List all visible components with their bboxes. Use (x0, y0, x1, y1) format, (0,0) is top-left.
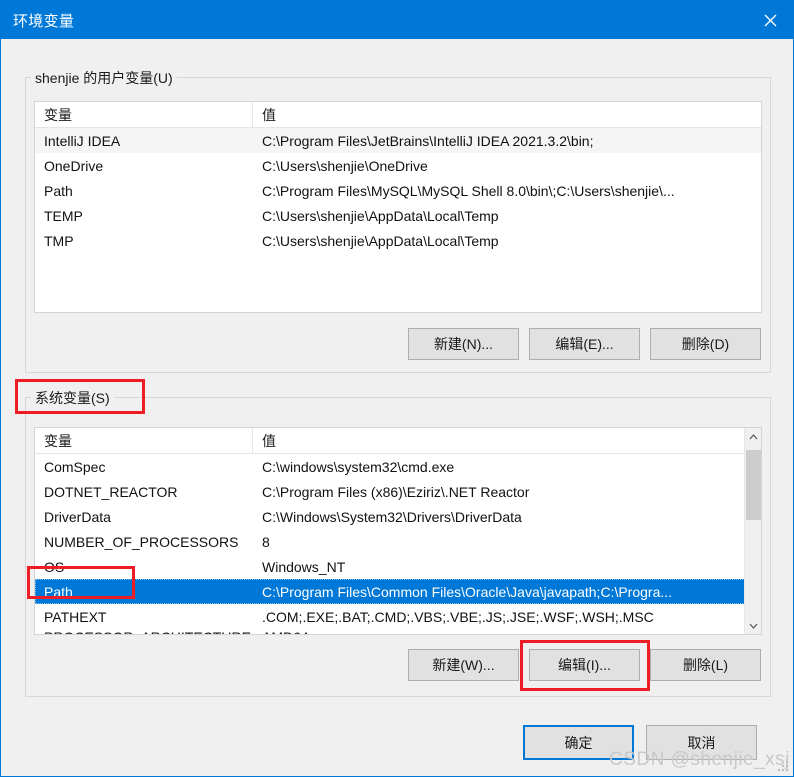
variable-name: IntelliJ IDEA (44, 132, 121, 149)
user-list-header: 变量 值 (35, 102, 761, 128)
variable-name: ComSpec (44, 458, 106, 475)
table-row[interactable]: IntelliJ IDEA C:\Program Files\JetBrains… (35, 128, 761, 153)
table-row[interactable]: TMP C:\Users\shenjie\AppData\Local\Temp (35, 228, 761, 253)
variable-value: C:\Windows\System32\Drivers\DriverData (262, 508, 522, 525)
resize-grip-icon[interactable] (778, 761, 790, 773)
variable-value: C:\Users\shenjie\AppData\Local\Temp (262, 207, 499, 224)
variable-name: TMP (44, 232, 74, 249)
table-row[interactable]: DOTNET_REACTOR C:\Program Files (x86)\Ez… (35, 479, 761, 504)
variable-name: Path (44, 182, 73, 199)
table-row[interactable]: Path C:\Program Files\MySQL\MySQL Shell … (35, 178, 761, 203)
table-row-selected[interactable]: Path C:\Program Files\Common Files\Oracl… (35, 579, 761, 604)
variable-name: PATHEXT (44, 608, 107, 625)
variable-name: PROCESSOR_ARCHITECTURE (35, 629, 253, 634)
system-column-header-name[interactable]: 变量 (35, 428, 253, 453)
variable-name: DriverData (44, 508, 111, 525)
variable-value: C:\Program Files\Common Files\Oracle\Jav… (262, 583, 673, 600)
chevron-up-icon[interactable] (745, 428, 761, 445)
user-list-body: IntelliJ IDEA C:\Program Files\JetBrains… (35, 128, 761, 253)
variable-value: C:\windows\system32\cmd.exe (262, 458, 455, 475)
variable-name: DOTNET_REACTOR (44, 483, 178, 500)
user-variables-list[interactable]: 变量 值 IntelliJ IDEA C:\Program Files\JetB… (34, 101, 762, 313)
table-row[interactable]: OS Windows_NT (35, 554, 761, 579)
table-row[interactable]: PROCESSOR_ARCHITECTURE AMD64 (35, 629, 761, 634)
variable-value: AMD64 (253, 629, 761, 634)
variable-value: 8 (262, 533, 270, 550)
environment-variables-dialog: 环境变量 shenjie 的用户变量(U) 变量 值 IntelliJ IDEA… (0, 0, 794, 777)
variable-value: C:\Program Files (x86)\Eziriz\.NET React… (262, 483, 530, 500)
variable-value: C:\Users\shenjie\OneDrive (262, 157, 428, 174)
variable-value: C:\Program Files\MySQL\MySQL Shell 8.0\b… (262, 182, 675, 199)
system-new-button[interactable]: 新建(W)... (408, 649, 519, 681)
user-variables-legend: shenjie 的用户变量(U) (31, 68, 177, 88)
system-list-body: ComSpec C:\windows\system32\cmd.exe DOTN… (35, 454, 761, 634)
table-row[interactable]: DriverData C:\Windows\System32\Drivers\D… (35, 504, 761, 529)
variable-name: TEMP (44, 207, 83, 224)
system-list-scrollbar[interactable] (744, 428, 761, 634)
title-bar: 环境变量 (1, 1, 793, 39)
chevron-down-icon[interactable] (745, 617, 761, 634)
variable-name: OneDrive (44, 157, 104, 174)
table-row[interactable]: ComSpec C:\windows\system32\cmd.exe (35, 454, 761, 479)
system-variables-list[interactable]: 变量 值 ComSpec C:\windows\system32\cmd.exe… (34, 427, 762, 635)
variable-name: Path (44, 583, 73, 600)
variable-value: C:\Users\shenjie\AppData\Local\Temp (262, 232, 499, 249)
table-row[interactable]: PATHEXT .COM;.EXE;.BAT;.CMD;.VBS;.VBE;.J… (35, 604, 761, 629)
system-list-header: 变量 值 (35, 428, 761, 454)
window-title: 环境变量 (13, 12, 75, 30)
variable-value: .COM;.EXE;.BAT;.CMD;.VBS;.VBE;.JS;.JSE;.… (262, 608, 654, 625)
variable-name: NUMBER_OF_PROCESSORS (44, 533, 239, 550)
user-new-button[interactable]: 新建(N)... (408, 328, 519, 360)
system-column-header-value[interactable]: 值 (253, 428, 761, 453)
user-delete-button[interactable]: 删除(D) (650, 328, 761, 360)
table-row[interactable]: NUMBER_OF_PROCESSORS 8 (35, 529, 761, 554)
table-row[interactable]: TEMP C:\Users\shenjie\AppData\Local\Temp (35, 203, 761, 228)
variable-value: Windows_NT (262, 558, 346, 575)
system-edit-button[interactable]: 编辑(I)... (529, 649, 640, 681)
variable-name: OS (44, 558, 65, 575)
table-row[interactable]: OneDrive C:\Users\shenjie\OneDrive (35, 153, 761, 178)
user-column-header-value[interactable]: 值 (253, 102, 761, 127)
watermark: CSDN @shenjie_xsj (609, 749, 790, 770)
scrollbar-thumb[interactable] (746, 450, 761, 520)
user-edit-button[interactable]: 编辑(E)... (529, 328, 640, 360)
user-column-header-name[interactable]: 变量 (35, 102, 253, 127)
close-icon[interactable] (747, 1, 793, 39)
system-variables-legend: 系统变量(S) (31, 388, 114, 408)
variable-value: C:\Program Files\JetBrains\IntelliJ IDEA… (262, 132, 594, 149)
system-delete-button[interactable]: 删除(L) (650, 649, 761, 681)
